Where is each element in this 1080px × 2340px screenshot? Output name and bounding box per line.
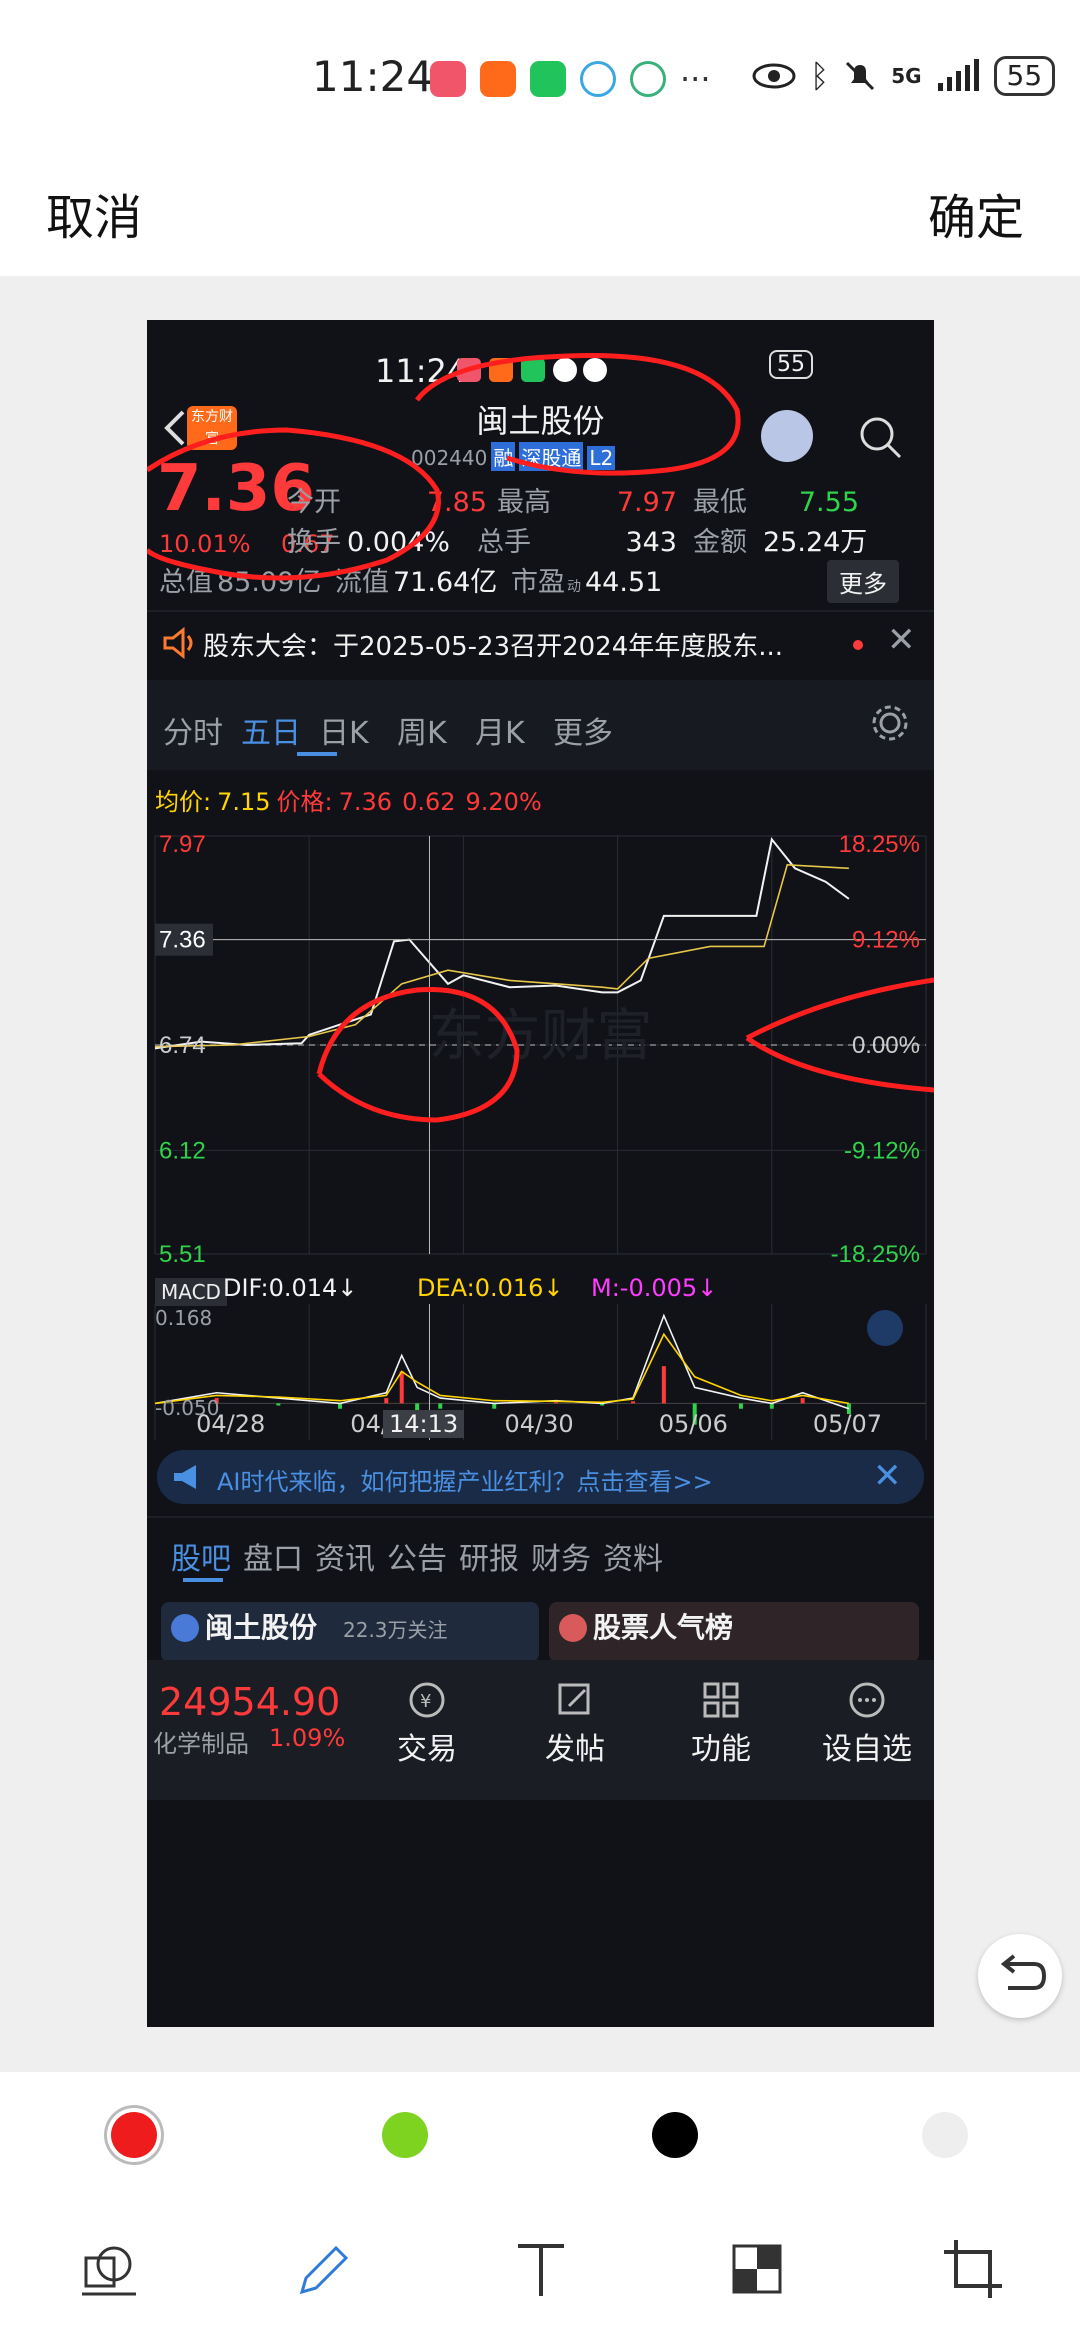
signal-icon: [937, 59, 979, 91]
signal-label: 5G: [891, 64, 922, 88]
index-name: 化学制品: [153, 1730, 249, 1758]
tab-profile[interactable]: 资料: [603, 1534, 675, 1578]
tab-news[interactable]: 资讯: [315, 1534, 387, 1578]
trade-button[interactable]: ¥ 交易: [377, 1680, 477, 1768]
bluetooth-icon: ᛒ: [810, 57, 830, 95]
more-notifications-icon: ···: [680, 60, 711, 98]
tab-guba[interactable]: 股吧: [171, 1534, 243, 1578]
color-red[interactable]: [111, 2112, 157, 2158]
confirm-button[interactable]: 确定: [928, 178, 1024, 248]
drawn-annotations: [147, 352, 934, 1123]
index-pct: 1.09%: [269, 1724, 346, 1752]
trade-label: 交易: [397, 1732, 457, 1767]
trade-icon: ¥: [409, 1682, 445, 1718]
tab-finance[interactable]: 财务: [531, 1534, 603, 1578]
status-time: 11:24: [312, 52, 434, 101]
mail-app-icon: [480, 61, 516, 97]
card1-followers: 22.3万关注: [343, 1618, 448, 1642]
undo-button[interactable]: [978, 1934, 1062, 2018]
globe-app-icon: [580, 61, 616, 97]
color-black[interactable]: [652, 2112, 698, 2158]
color-light-gray[interactable]: [922, 2112, 968, 2158]
functions-button[interactable]: 功能: [671, 1680, 771, 1768]
mute-icon: [846, 61, 875, 91]
color-green[interactable]: [382, 2112, 428, 2158]
bottom-tab-indicator: [183, 1578, 223, 1582]
cancel-button[interactable]: 取消: [46, 178, 142, 248]
pen-icon[interactable]: [290, 2234, 360, 2304]
grid-icon: [703, 1682, 739, 1718]
more-circle-icon: [849, 1682, 885, 1718]
post-button[interactable]: 发帖: [525, 1680, 625, 1768]
enterprise-icon: [171, 1614, 199, 1642]
edit-toolbar: [0, 2196, 1080, 2340]
book-app-icon: [430, 61, 466, 97]
mosaic-icon[interactable]: [722, 2234, 792, 2304]
tab-announcements[interactable]: 公告: [387, 1534, 459, 1578]
color-palette: [0, 2072, 1080, 2192]
tab-pankou[interactable]: 盘口: [243, 1534, 315, 1578]
ranking-icon: [559, 1614, 587, 1642]
status-bar: 11:24 ··· ᛒ 5G 55: [0, 0, 1080, 160]
crop-icon[interactable]: [938, 2234, 1008, 2304]
wechat-icon: [530, 61, 566, 97]
card1-title: 闽土股份: [205, 1611, 318, 1644]
undo-icon: [1000, 1954, 1047, 1990]
card2-title: 股票人气榜: [593, 1611, 734, 1644]
status-right: ᛒ 5G 55: [752, 56, 1056, 96]
shapes-icon[interactable]: [76, 2234, 146, 2304]
edited-screenshot[interactable]: 11:24 55 东方财富 闽土股份 002440 融 深股通 L2 7.36 …: [147, 320, 934, 2027]
battery-indicator: 55: [993, 56, 1056, 96]
edit-icon: [558, 1683, 590, 1715]
notification-icons: ···: [430, 60, 711, 98]
text-icon[interactable]: [506, 2234, 576, 2304]
post-label: 发帖: [545, 1732, 605, 1767]
eye-icon: [752, 63, 796, 89]
add-watchlist-button[interactable]: 设自选: [807, 1680, 927, 1768]
index-value: 24954.90: [159, 1680, 341, 1724]
add-watchlist-label: 设自选: [822, 1732, 912, 1767]
leaf-app-icon: [630, 61, 666, 97]
functions-label: 功能: [691, 1732, 751, 1767]
bottom-tabs: 股吧 盘口 资讯 公告 研报 财务 资料: [171, 1534, 675, 1578]
tab-research[interactable]: 研报: [459, 1534, 531, 1578]
svg-text:¥: ¥: [420, 1691, 431, 1712]
